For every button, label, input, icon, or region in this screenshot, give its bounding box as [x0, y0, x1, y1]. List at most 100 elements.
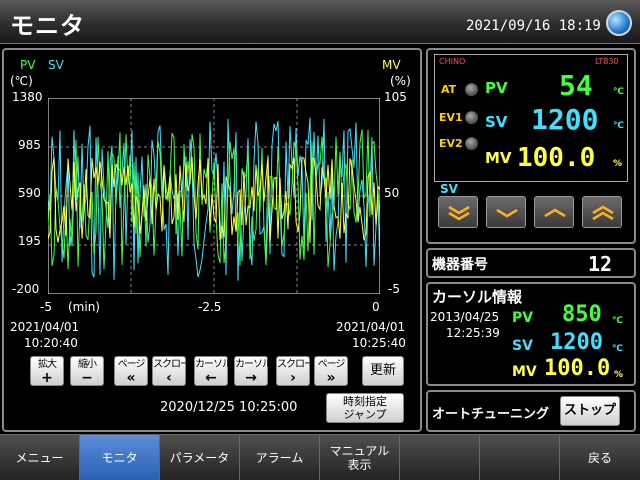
- cursor-pv-value: 850: [562, 302, 602, 327]
- arrow-left-icon: ←: [205, 370, 217, 386]
- minus-icon: −: [81, 370, 93, 386]
- bottom-nav: メニュー モニタ パラメータ アラーム マニュアル 表示 戻る: [0, 434, 640, 480]
- sv-fast-down-button[interactable]: [438, 196, 478, 228]
- device-number-panel: 機器番号 12: [426, 248, 636, 278]
- start-date: 2021/04/01: [10, 320, 80, 334]
- ev1-label: EV1: [439, 111, 463, 124]
- trend-mv-label: MV: [382, 58, 401, 72]
- mv-label: MV: [485, 149, 512, 167]
- nav-empty-2: [480, 435, 560, 480]
- autotuning-stop-button[interactable]: ストップ: [560, 396, 620, 426]
- left-tick: 1380: [12, 90, 43, 104]
- cursor-mv-label: MV: [512, 364, 537, 380]
- time-jump-button[interactable]: 時刻指定 ジャンプ: [326, 393, 404, 423]
- cursor-sv-label: SV: [512, 338, 533, 354]
- jump-datetime: 2020/12/25 10:25:00: [160, 400, 298, 415]
- page-title: モニタ: [10, 12, 85, 40]
- chevron-right-icon: ›: [290, 370, 296, 386]
- trend-chart[interactable]: [48, 98, 380, 294]
- device-number-label: 機器番号: [432, 257, 488, 273]
- autotuning-label: オートチューニング: [432, 407, 550, 422]
- nav-manual-display[interactable]: マニュアル 表示: [320, 435, 400, 480]
- x-tick: 0: [372, 300, 380, 314]
- sv-down-button[interactable]: [486, 196, 526, 228]
- left-tick: 985: [18, 138, 41, 152]
- cursor-date: 2013/04/25: [430, 310, 500, 324]
- sv-fast-up-button[interactable]: [582, 196, 622, 228]
- device-number-value: 12: [588, 252, 613, 276]
- controller-panel: CHINO LT830 AT PV 54 ℃ EV1 SV 1200 ℃ EV2…: [426, 48, 636, 244]
- model-label: LT830: [595, 57, 619, 66]
- trend-pv-label: PV: [20, 58, 36, 72]
- trend-panel: PV SV MV (℃) (%) 1380 985 590 195 -200 1…: [2, 48, 422, 432]
- zoom-out-button[interactable]: 縮小 −: [70, 356, 104, 386]
- zoom-in-button[interactable]: 拡大 +: [30, 356, 64, 386]
- sv-up-button[interactable]: [534, 196, 574, 228]
- chevron-left-icon: ‹: [166, 370, 172, 386]
- nav-menu[interactable]: メニュー: [0, 435, 80, 480]
- pv-value: 54: [559, 69, 593, 102]
- sv-unit: ℃: [613, 121, 624, 131]
- cursor-pv-unit: ℃: [612, 316, 623, 326]
- pv-unit: ℃: [613, 87, 624, 97]
- left-tick: -200: [12, 282, 40, 296]
- nav-parameter[interactable]: パラメータ: [160, 435, 240, 480]
- nav-back[interactable]: 戻る: [560, 435, 640, 480]
- page-forward-button[interactable]: ページ »: [314, 356, 348, 386]
- autotuning-panel: オートチューニング ストップ: [426, 390, 636, 432]
- brand-label: CHINO: [439, 57, 466, 66]
- double-chevron-down-icon: [448, 205, 470, 221]
- mv-value: 100.0: [517, 143, 596, 173]
- pv-label: PV: [485, 79, 508, 97]
- right-tick: -5: [388, 282, 400, 296]
- end-time: 10:25:40: [352, 336, 406, 350]
- scroll-back-button[interactable]: スクロール ‹: [152, 356, 199, 386]
- controller-display: CHINO LT830 AT PV 54 ℃ EV1 SV 1200 ℃ EV2…: [434, 54, 628, 182]
- nav-monitor[interactable]: モニタ: [80, 435, 160, 480]
- plus-icon: +: [41, 370, 53, 386]
- at-label: AT: [441, 83, 457, 96]
- cursor-left-button[interactable]: カーソル ←: [194, 356, 232, 386]
- cursor-mv-value: 100.0: [544, 356, 611, 381]
- x-tick: -2.5: [198, 300, 222, 314]
- start-time: 10:20:40: [24, 336, 78, 350]
- cursor-sv-value: 1200: [550, 330, 603, 355]
- ev2-label: EV2: [439, 137, 463, 150]
- datetime-display: 2021/09/16 18:19: [466, 18, 601, 34]
- scroll-forward-button[interactable]: スクロール ›: [276, 356, 323, 386]
- sv-keys-label: SV: [440, 182, 458, 196]
- globe-icon[interactable]: [606, 10, 632, 36]
- chevron-down-icon: [496, 208, 518, 218]
- ev2-lamp: [465, 137, 478, 150]
- right-axis-unit: (%): [390, 74, 411, 88]
- cursor-right-button[interactable]: カーソル →: [234, 356, 272, 386]
- cursor-mv-unit: %: [614, 370, 624, 380]
- right-tick: 50: [384, 186, 400, 200]
- arrow-right-icon: →: [245, 370, 257, 386]
- page-back-button[interactable]: ページ «: [114, 356, 148, 386]
- double-chevron-up-icon: [592, 205, 614, 221]
- double-chevron-right-icon: »: [326, 370, 336, 386]
- nav-alarm[interactable]: アラーム: [240, 435, 320, 480]
- x-tick: -5: [40, 300, 52, 314]
- cursor-sv-unit: ℃: [612, 344, 623, 354]
- trend-sv-label: SV: [48, 58, 64, 72]
- cursor-pv-label: PV: [512, 310, 534, 326]
- left-tick: 590: [18, 186, 41, 200]
- cursor-time: 12:25:39: [446, 326, 500, 340]
- ev1-lamp: [465, 111, 478, 124]
- cursor-info-panel: カーソル情報 2013/04/25 12:25:39 PV 850 ℃ SV 1…: [426, 282, 636, 386]
- refresh-button[interactable]: 更新: [362, 356, 404, 386]
- left-tick: 195: [18, 234, 41, 248]
- chevron-up-icon: [544, 208, 566, 218]
- cursor-info-title: カーソル情報: [432, 288, 523, 306]
- header-bar: モニタ 2021/09/16 18:19: [0, 0, 640, 44]
- mv-unit: %: [613, 159, 623, 169]
- sv-value: 1200: [531, 103, 599, 136]
- x-axis-unit: (min): [68, 300, 100, 314]
- sv-label: SV: [485, 113, 508, 131]
- end-date: 2021/04/01: [336, 320, 406, 334]
- left-axis-unit: (℃): [10, 74, 33, 88]
- nav-empty-1: [400, 435, 480, 480]
- double-chevron-left-icon: «: [126, 370, 136, 386]
